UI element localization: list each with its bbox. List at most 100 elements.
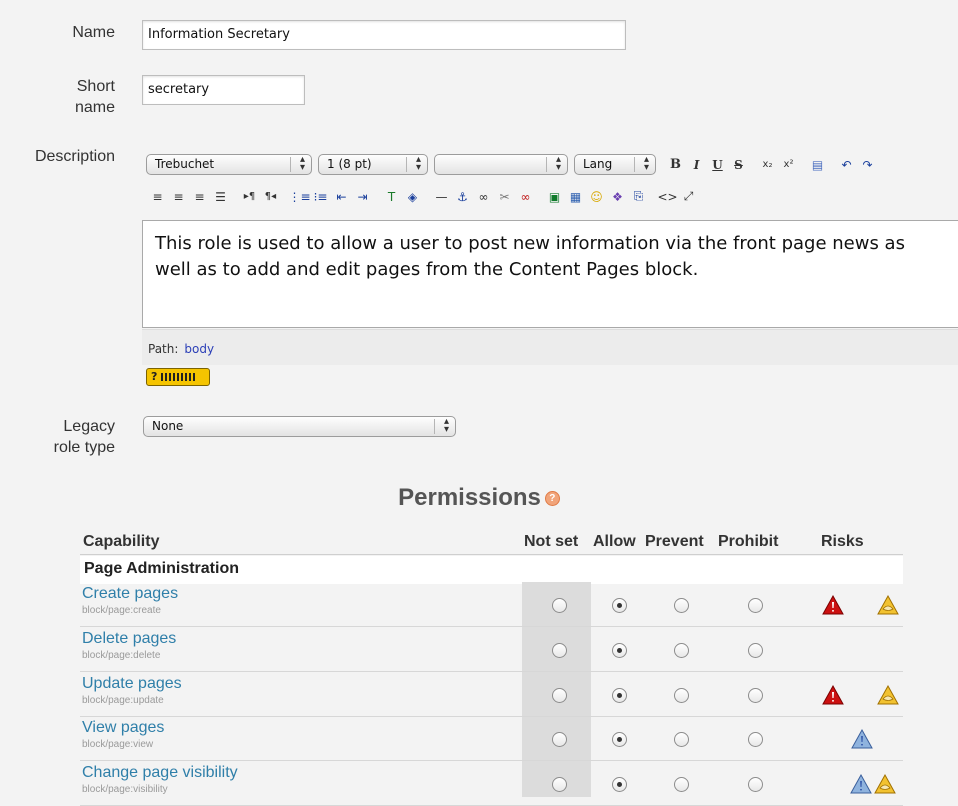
smiley-icon[interactable]: ☺ [587,187,606,206]
radio-not-set[interactable] [552,777,567,792]
ltr-icon[interactable]: ▸¶ [240,187,259,206]
select-arrows-icon: ▴ ▾ [415,154,421,173]
indent-icon[interactable]: ⇥ [353,187,372,206]
name-input[interactable]: Information Secretary [142,20,626,50]
radio-prevent[interactable] [674,777,689,792]
insert-table-icon[interactable]: ▦ [566,187,585,206]
editor-help-button[interactable]: ? [146,368,210,386]
horizontal-rule-icon[interactable]: — [432,187,451,206]
text-color-icon[interactable]: T [382,187,401,206]
radio-prevent[interactable] [674,598,689,613]
superscript-icon[interactable]: x² [779,155,798,174]
bold-icon[interactable]: B [666,155,685,174]
link-icon[interactable]: ∞ [474,187,493,206]
radio-prohibit[interactable] [748,688,763,703]
name-label: Name [72,24,115,41]
unlink-icon[interactable]: ✂ [495,187,514,206]
radio-allow[interactable] [612,688,627,703]
capability-link[interactable]: Delete pages [82,630,176,648]
unordered-list-icon[interactable]: ⁝≡ [311,187,330,206]
strikethrough-icon[interactable]: S [729,155,748,174]
capability-link[interactable]: Create pages [82,585,178,603]
underline-icon[interactable]: U [708,155,727,174]
html-source-icon[interactable]: <> [657,187,677,206]
risk-yellow-icon[interactable] [877,595,899,615]
radio-prevent[interactable] [674,732,689,747]
radio-not-set[interactable] [552,598,567,613]
permissions-heading: Permissions? [0,484,958,512]
lang-select[interactable]: Lang ▴ ▾ [574,154,656,175]
select-arrows-icon: ▴ ▾ [443,416,449,435]
font-family-value: Trebuchet [155,157,215,171]
lang-value: Lang [583,157,613,171]
capability-link[interactable]: View pages [82,719,164,737]
fullscreen-icon[interactable]: ⤢ [679,187,698,206]
description-editor[interactable]: This role is used to allow a user to pos… [142,220,958,328]
font-size-select[interactable]: 1 (8 pt) ▴ ▾ [318,154,428,175]
risk-yellow-icon[interactable] [877,685,899,705]
rtl-icon[interactable]: ¶◂ [261,187,280,206]
radio-prohibit[interactable] [748,643,763,658]
capability-link[interactable]: Change page visibility [82,764,238,782]
nolink-icon[interactable]: ∞ [516,187,535,206]
justify-icon[interactable]: ☰ [211,187,230,206]
header-risks: Risks [821,533,864,550]
font-family-select[interactable]: Trebuchet ▴ ▾ [146,154,312,175]
subscript-icon[interactable]: x₂ [758,155,777,174]
align-right-icon[interactable]: ≡ [190,187,209,206]
table-row: Create pages block/page:create [80,583,903,627]
radio-allow[interactable] [612,732,627,747]
capability-id: block/page:view [82,739,154,750]
help-icon [161,373,198,381]
path-label: Path: [148,342,179,356]
format-select[interactable]: ▴ ▾ [434,154,568,175]
path-body-link[interactable]: body [184,342,214,356]
radio-prohibit[interactable] [748,598,763,613]
capability-id: block/page:update [82,695,164,706]
risk-blue-icon[interactable] [851,729,873,749]
radio-allow[interactable] [612,643,627,658]
radio-not-set[interactable] [552,688,567,703]
header-divider [80,554,903,555]
header-not-set: Not set [524,533,579,550]
capability-id: block/page:create [82,605,161,616]
undo-icon[interactable]: ↶ [837,155,856,174]
font-size-value: 1 (8 pt) [327,157,372,171]
radio-prevent[interactable] [674,643,689,658]
insert-image-icon[interactable]: ▣ [545,187,564,206]
radio-allow[interactable] [612,598,627,613]
radio-not-set[interactable] [552,732,567,747]
radio-allow[interactable] [612,777,627,792]
radio-prohibit[interactable] [748,732,763,747]
help-label: ? [151,370,158,383]
risk-red-icon[interactable] [822,685,844,705]
clean-html-icon[interactable]: ▤ [808,155,827,174]
risk-blue-icon[interactable] [850,774,872,794]
italic-icon[interactable]: I [687,155,706,174]
legacy-role-type-label: Legacy role type [54,416,115,458]
align-center-icon[interactable]: ≡ [169,187,188,206]
insert-media-icon[interactable]: ❖ [608,187,627,206]
search-replace-icon[interactable]: ⎘ [629,187,648,206]
radio-not-set[interactable] [552,643,567,658]
radio-prevent[interactable] [674,688,689,703]
table-row: Update pages block/page:update [80,673,903,717]
outdent-icon[interactable]: ⇤ [332,187,351,206]
legacy-role-select[interactable]: None ▴ ▾ [143,416,456,437]
align-left-icon[interactable]: ≡ [148,187,167,206]
editor-path-bar: Path: body [142,329,958,365]
capability-link[interactable]: Update pages [82,675,182,693]
redo-icon[interactable]: ↷ [858,155,877,174]
radio-prohibit[interactable] [748,777,763,792]
risk-red-icon[interactable] [822,595,844,615]
toolbar-row-2: ≡ ≡ ≡ ☰ ▸¶ ¶◂ ⋮≡ ⁝≡ ⇤ ⇥ T ◈ — ⚓ ∞ ✂ ∞ ▣ … [148,187,700,206]
background-color-icon[interactable]: ◈ [403,187,422,206]
short-name-label-line2: name [74,99,115,116]
anchor-icon[interactable]: ⚓ [453,187,472,206]
ordered-list-icon[interactable]: ⋮≡ [288,187,310,206]
short-name-input[interactable]: secretary [142,75,305,105]
help-icon[interactable]: ? [544,491,560,507]
description-label: Description [34,148,115,165]
risk-yellow-icon[interactable] [874,774,896,794]
table-row: Change page visibility block/page:visibil… [80,762,903,806]
